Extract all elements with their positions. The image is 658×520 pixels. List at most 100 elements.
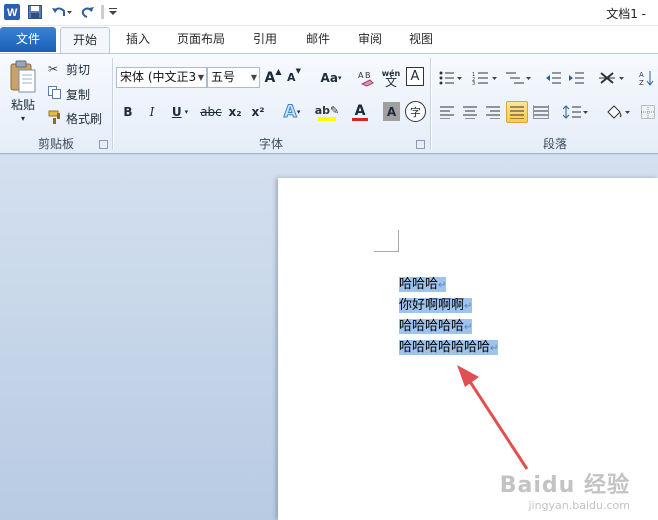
format-painter-button[interactable]: 格式刷 [48, 109, 108, 127]
customize-qat-icon[interactable] [108, 3, 118, 21]
clear-format-icon[interactable]: AB [357, 67, 377, 88]
font-color-button[interactable]: A [346, 101, 374, 123]
font-name-combo[interactable]: 宋体 (中文正3 ▼ [116, 67, 207, 88]
character-shading-button[interactable]: A [383, 102, 400, 121]
strikethrough-button[interactable]: abc [200, 102, 222, 122]
font-dialog-launcher-icon[interactable] [416, 140, 425, 149]
decrease-indent-icon[interactable] [544, 67, 562, 88]
text-line[interactable]: 哈哈哈哈哈哈哈↵ [399, 337, 499, 358]
copy-button[interactable]: 复制 [48, 85, 104, 103]
format-painter-label: 格式刷 [66, 111, 103, 126]
paragraph-mark: ↵ [438, 280, 447, 291]
font-size-combo[interactable]: 五号 ▼ [207, 67, 260, 88]
highlighter-icon: ab✎ [314, 103, 340, 117]
title-bar: W 文档1 - [0, 0, 658, 26]
watermark-url: jingyan.baidu.com [528, 499, 630, 512]
save-icon[interactable] [26, 3, 44, 21]
bullets-icon [439, 71, 462, 84]
highlight-color-button[interactable]: ab✎ [311, 101, 343, 123]
increase-indent-icon[interactable] [567, 67, 585, 88]
enclose-characters-button[interactable]: 字 [405, 101, 426, 122]
clipboard-dialog-launcher-icon[interactable] [99, 140, 108, 149]
chinese-layout-icon [599, 71, 624, 84]
line-text: 你好啊啊啊 [399, 298, 465, 313]
text-effects-icon: A [283, 102, 297, 123]
svg-text:W: W [7, 7, 18, 19]
font-size-dropdown-icon[interactable]: ▼ [251, 68, 257, 87]
annotation-arrow-icon [457, 365, 529, 470]
borders-icon[interactable] [640, 101, 656, 122]
justify-icon[interactable] [506, 101, 528, 123]
phonetic-guide-button[interactable]: wén 文 [380, 67, 402, 88]
bullets-button[interactable] [437, 67, 465, 88]
line-text: 哈哈哈 [399, 277, 439, 292]
svg-text:Z: Z [639, 79, 644, 86]
font-color-icon: A [354, 102, 366, 119]
word-logo-icon[interactable]: W [3, 3, 21, 21]
document-workspace: 哈哈哈↵ 你好啊啊啊↵ 哈哈哈哈哈↵ 哈哈哈哈哈哈哈↵ Baidu 经验 jin… [0, 155, 658, 520]
paragraph-mark: ↵ [464, 322, 473, 333]
line-spacing-icon [563, 104, 588, 119]
margin-corner-mark [398, 230, 399, 252]
numbering-button[interactable]: 123 [470, 67, 500, 88]
ribbon: 粘贴 ▾ ✂ 剪切 复制 格式刷 剪贴板 宋体 (中文正3 ▼ 五号 ▼ A ▲ … [0, 53, 658, 154]
scissors-icon: ✂ [48, 62, 59, 76]
text-line[interactable]: 哈哈哈↵ [399, 274, 447, 295]
baidu-jingyan-logo: Baidu 经验 [499, 473, 630, 498]
svg-text:A: A [358, 71, 364, 80]
line-text: 哈哈哈哈哈哈哈 [399, 340, 491, 355]
highlight-color-swatch [318, 116, 336, 121]
tab-page-layout[interactable]: 页面布局 [170, 27, 232, 52]
paste-icon[interactable] [6, 58, 40, 96]
tab-file[interactable]: 文件 [0, 27, 56, 52]
sort-icon[interactable]: AZ [638, 67, 656, 88]
chinese-layout-button[interactable] [598, 67, 626, 88]
italic-button[interactable]: I [144, 102, 160, 122]
ribbon-tabs: 文件 开始 插入 页面布局 引用 邮件 审阅 视图 [0, 26, 658, 53]
align-left-icon[interactable] [437, 101, 457, 122]
tab-mailings[interactable]: 邮件 [298, 27, 338, 52]
redo-icon[interactable] [80, 3, 96, 21]
margin-corner-mark [374, 251, 399, 252]
tab-references[interactable]: 引用 [245, 27, 285, 52]
line-spacing-button[interactable] [562, 101, 590, 122]
undo-icon[interactable] [50, 3, 74, 21]
shrink-font-icon: A [287, 71, 296, 84]
font-size-value: 五号 [211, 70, 236, 84]
underline-button[interactable]: U ▾ [168, 102, 192, 122]
tab-insert[interactable]: 插入 [118, 27, 158, 52]
subscript-button[interactable]: x₂ [226, 102, 244, 122]
paste-dropdown-icon[interactable]: ▾ [18, 112, 28, 124]
shading-button[interactable] [604, 101, 632, 122]
line-text: 哈哈哈哈哈 [399, 319, 465, 334]
copy-icon [48, 86, 66, 102]
tab-view[interactable]: 视图 [401, 27, 441, 52]
align-right-icon[interactable] [483, 101, 503, 122]
paste-button-label[interactable]: 粘贴 [8, 96, 38, 112]
font-name-dropdown-icon[interactable]: ▼ [198, 68, 204, 87]
bold-button[interactable]: B [120, 102, 136, 122]
align-center-icon[interactable] [460, 101, 480, 122]
grow-font-icon: A [264, 69, 276, 86]
distributed-icon[interactable] [531, 101, 551, 122]
multilevel-list-icon [506, 72, 531, 83]
font-name-value: 宋体 (中文正3 [120, 70, 197, 84]
phonetic-guide-icon: 文 [384, 74, 397, 89]
grow-font-button[interactable]: A ▲ [264, 67, 282, 88]
shrink-font-button[interactable]: A ▼ [285, 67, 303, 88]
tab-review[interactable]: 审阅 [350, 27, 390, 52]
tab-home[interactable]: 开始 [60, 27, 110, 53]
font-group-label: 字体 [258, 137, 283, 151]
window-title: 文档1 - [606, 7, 646, 21]
change-case-button[interactable]: Aa ▾ [317, 67, 345, 88]
character-border-icon[interactable]: A [406, 67, 424, 86]
multilevel-list-button[interactable] [505, 67, 533, 88]
svg-text:A: A [639, 71, 644, 79]
superscript-button[interactable]: x² [249, 102, 267, 122]
text-effects-button[interactable]: A ▾ [278, 101, 306, 123]
text-line[interactable]: 你好啊啊啊↵ [399, 295, 473, 316]
qat-separator [101, 5, 104, 19]
text-line[interactable]: 哈哈哈哈哈↵ [399, 316, 473, 337]
paint-bucket-icon [607, 104, 630, 119]
cut-button[interactable]: ✂ 剪切 [48, 60, 104, 78]
